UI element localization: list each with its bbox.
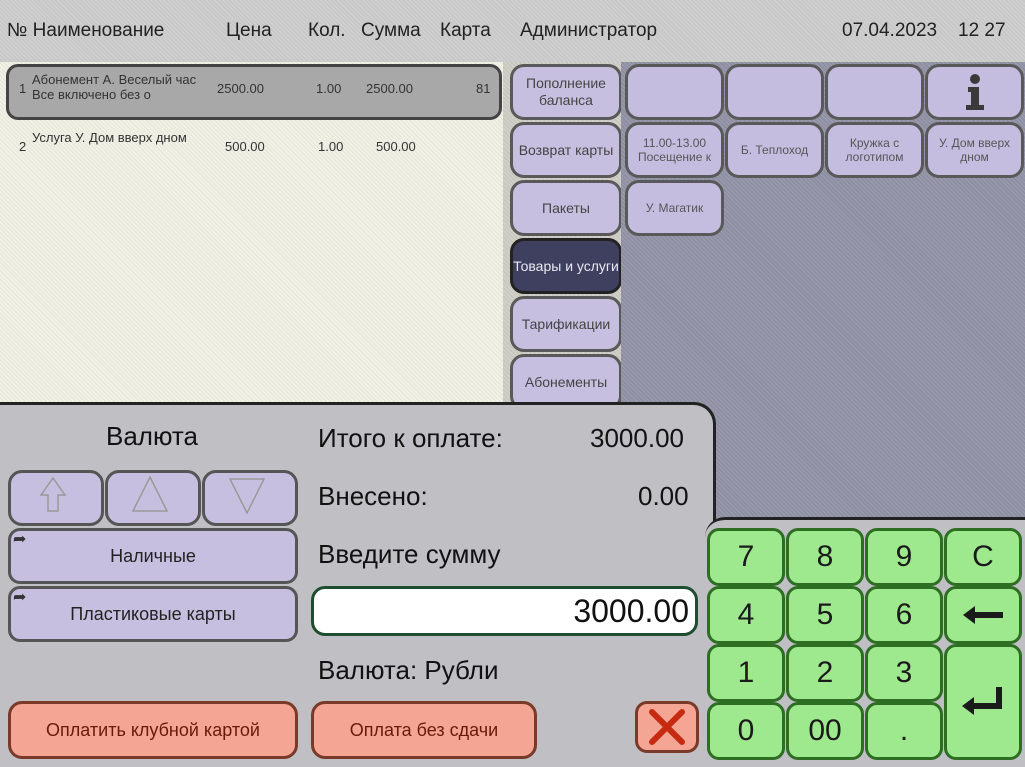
order-row[interactable]: 1 Абонемент А. Веселый час Все включено … bbox=[6, 64, 502, 120]
category-tariffs[interactable]: Тарификации bbox=[510, 296, 622, 352]
arrow-up-icon bbox=[131, 475, 169, 512]
row-name: Услуга У. Дом вверх дном bbox=[32, 130, 187, 145]
arrow-down-icon bbox=[228, 478, 266, 515]
row-qty: 1.00 bbox=[316, 81, 342, 96]
row-name: Абонемент А. Веселый час Все включено бе… bbox=[32, 72, 197, 102]
col-header-name: № Наименование bbox=[7, 20, 165, 41]
scroll-down-button[interactable] bbox=[202, 470, 298, 526]
key-clear[interactable]: C bbox=[944, 528, 1022, 586]
key-9[interactable]: 9 bbox=[865, 528, 943, 586]
key-2[interactable]: 2 bbox=[786, 644, 864, 702]
category-column: Пополнение баланса Возврат карты Пакеты … bbox=[503, 62, 622, 410]
key-1[interactable]: 1 bbox=[707, 644, 785, 702]
amount-input[interactable]: 3000.00 bbox=[311, 586, 698, 636]
pay-no-change-button[interactable]: Оплата без сдачи bbox=[311, 701, 537, 759]
pay-card-button[interactable]: ➦ Пластиковые карты bbox=[8, 586, 298, 642]
item-house-button[interactable]: У. Дом вверх дном bbox=[925, 122, 1024, 178]
key-00[interactable]: 00 bbox=[786, 702, 864, 760]
user-name: Администратор bbox=[520, 20, 658, 41]
key-0[interactable]: 0 bbox=[707, 702, 785, 760]
date: 07.04.2023 bbox=[842, 20, 938, 41]
selected-arrow-icon: ➦ bbox=[13, 531, 27, 548]
item-visit-button[interactable]: 11.00-13.00 Посещение к bbox=[625, 122, 724, 178]
arrow-up-top-icon bbox=[39, 476, 67, 512]
key-4[interactable]: 4 bbox=[707, 586, 785, 644]
row-number: 2 bbox=[19, 139, 27, 154]
total-value: 3000.00 bbox=[590, 423, 684, 453]
scroll-up-button[interactable] bbox=[105, 470, 201, 526]
category-topup-balance[interactable]: Пополнение баланса bbox=[510, 64, 622, 120]
item-empty-button[interactable] bbox=[725, 64, 824, 120]
col-header-card: Карта bbox=[440, 20, 491, 41]
key-5[interactable]: 5 bbox=[786, 586, 864, 644]
col-header-qty: Кол. bbox=[308, 20, 346, 41]
row-number: 1 bbox=[19, 81, 27, 96]
item-mug-button[interactable]: Кружка с логотипом bbox=[825, 122, 924, 178]
col-header-sum: Сумма bbox=[361, 20, 421, 41]
row-card: 81 bbox=[476, 81, 491, 96]
selected-arrow-icon: ➦ bbox=[13, 589, 27, 606]
paid-value: 0.00 bbox=[638, 481, 689, 511]
key-7[interactable]: 7 bbox=[707, 528, 785, 586]
enter-icon bbox=[962, 687, 1002, 715]
pay-cash-label: Наличные bbox=[110, 545, 196, 566]
top-header: № Наименование Цена Кол. Сумма Карта Адм… bbox=[0, 0, 1025, 62]
pay-card-label: Пластиковые карты bbox=[70, 603, 236, 624]
total-label: Итого к оплате: bbox=[318, 423, 503, 453]
key-enter[interactable] bbox=[944, 644, 1022, 760]
item-empty-button[interactable] bbox=[825, 64, 924, 120]
key-3[interactable]: 3 bbox=[865, 644, 943, 702]
row-price: 500.00 bbox=[225, 139, 265, 154]
currency-label: Валюта: Рубли bbox=[318, 655, 499, 685]
row-sum: 500.00 bbox=[376, 139, 416, 154]
row-sum: 2500.00 bbox=[366, 81, 413, 96]
order-list[interactable]: 1 Абонемент А. Веселый час Все включено … bbox=[0, 62, 503, 407]
pay-club-card-button[interactable]: Оплатить клубной картой bbox=[8, 701, 298, 759]
row-price: 2500.00 bbox=[217, 81, 264, 96]
currency-title: Валюта bbox=[106, 421, 198, 451]
item-boat-button[interactable]: Б. Теплоход bbox=[725, 122, 824, 178]
row-qty: 1.00 bbox=[318, 139, 344, 154]
col-header-price: Цена bbox=[226, 20, 272, 41]
info-icon bbox=[965, 74, 984, 110]
scroll-top-button[interactable] bbox=[8, 470, 104, 526]
category-goods-services[interactable]: Товары и услуги bbox=[510, 238, 622, 294]
key-6[interactable]: 6 bbox=[865, 586, 943, 644]
backspace-arrow-icon bbox=[963, 606, 1003, 624]
info-button[interactable] bbox=[925, 64, 1024, 120]
item-empty-button[interactable] bbox=[625, 64, 724, 120]
item-magatik-button[interactable]: У. Магатик bbox=[625, 180, 724, 236]
key-8[interactable]: 8 bbox=[786, 528, 864, 586]
cancel-button[interactable] bbox=[635, 701, 699, 753]
key-decimal[interactable]: . bbox=[865, 702, 943, 760]
order-row[interactable]: 2 Услуга У. Дом вверх дном 500.00 1.00 5… bbox=[6, 122, 496, 172]
paid-label: Внесено: bbox=[318, 481, 428, 511]
enter-amount-label: Введите сумму bbox=[318, 539, 501, 569]
pay-cash-button[interactable]: ➦ Наличные bbox=[8, 528, 298, 584]
time: 12 27 bbox=[958, 20, 1006, 41]
category-return-card[interactable]: Возврат карты bbox=[510, 122, 622, 178]
category-packages[interactable]: Пакеты bbox=[510, 180, 622, 236]
key-backspace[interactable] bbox=[944, 586, 1022, 644]
close-icon bbox=[649, 709, 685, 745]
